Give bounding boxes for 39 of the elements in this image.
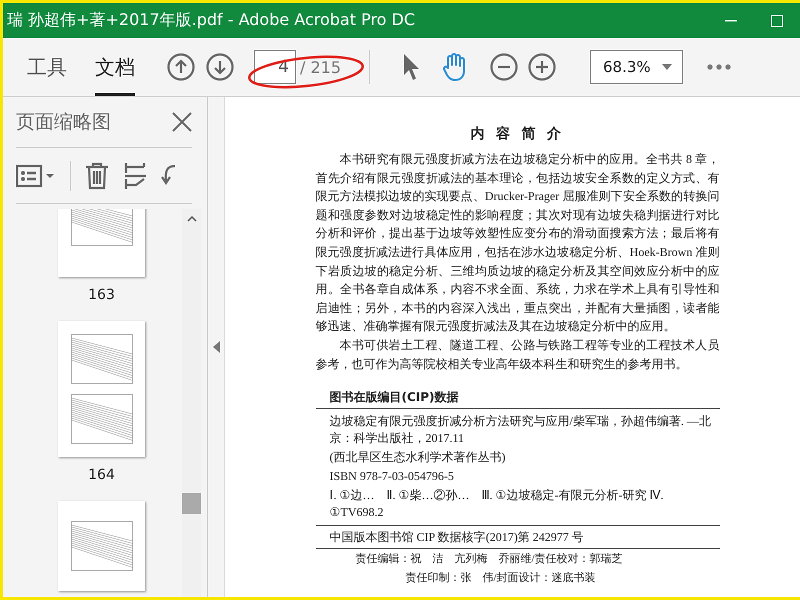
page-total: / 215: [300, 58, 342, 76]
panel-title: 页面缩略图: [16, 110, 111, 135]
zoom-dropdown[interactable]: 68.3%: [590, 50, 684, 84]
scrollbar-thumb[interactable]: [182, 493, 201, 514]
cip-entry: (西北旱区生态水利学术著作丛书): [328, 449, 506, 466]
cip-number: 中国版本图书馆 CIP 数据核字(2017)第 242977 号: [316, 526, 720, 550]
cip-heading: 图书在版编目(CIP)数据: [316, 389, 720, 410]
trash-icon[interactable]: [85, 162, 109, 190]
credits-line: 责任编辑：祝 洁 亢列梅 乔丽维/责任校对：郭瑞芝: [354, 552, 624, 568]
page-number: 163: [88, 287, 115, 303]
previous-page-icon[interactable]: [167, 53, 195, 81]
extract-pages-icon[interactable]: [123, 162, 147, 188]
window-title: 瑞 孙超伟+著+2017年版.pdf - Adobe Acrobat Pro DC: [7, 10, 416, 31]
page-thumbnail-drawing: [70, 209, 132, 246]
zoom-out-icon[interactable]: [490, 53, 518, 81]
credits-line: 责任印制：张 伟/封面设计：迷底书装: [404, 570, 597, 586]
next-page-icon[interactable]: [206, 53, 234, 81]
cip-entry: Ⅰ. ①边… Ⅱ. ①柴…②孙… Ⅲ. ①边坡稳定-有限元分析-研究 Ⅳ. ①TV698.2: [328, 487, 664, 522]
cip-entry: ISBN 978-7-03-054796-5: [328, 468, 455, 486]
more-icon[interactable]: [707, 64, 732, 70]
pointer-icon[interactable]: [402, 53, 420, 81]
tab[interactable]: 工具: [27, 38, 67, 96]
page-thumbnail[interactable]: [58, 501, 145, 591]
maximize-icon[interactable]: [771, 14, 783, 26]
scrollbar[interactable]: [182, 209, 201, 597]
options-icon[interactable]: [16, 164, 56, 188]
caret-icon: [662, 64, 672, 70]
page-number: 164: [88, 467, 115, 483]
page-thumbnail-drawing: [70, 521, 132, 571]
collapse-icon[interactable]: [212, 341, 220, 353]
minimize-icon[interactable]: [725, 20, 737, 22]
page-heading: 内 容 简 介: [469, 125, 566, 143]
cip-entry: 边坡稳定有限元强度折减分析方法研究与应用/柴军瑞，孙超伟编著. —北京：科学出版社，2017.11: [328, 413, 712, 448]
body-paragraph: 本书可供岩土工程、隧道工程、公路与铁路工程等专业的工程技术人员参考，也可作为高等院校相关专业高年级本科生和研究生的参考用书。: [316, 336, 720, 373]
zoom-in-icon[interactable]: [528, 53, 556, 81]
scroll-up-icon[interactable]: [186, 215, 196, 223]
close-icon[interactable]: [172, 112, 192, 132]
body-paragraph: 本书研究有限元强度折减方法在边坡稳定分析中的应用。全书共 8 章，首先介绍有限元强度折减法的基本理论，包括边坡安全系数的定义方式、有限元方法模拟边坡的实现要点、Drucker-Prager 屈服准则下安全系数的转换问题和强度参数对边坡稳定性的影响程度；其次对现有边坡失稳判据进行对比分析和评价，提出基于边坡等效塑性应变分布的滑动面搜索方法；最后将有限元强度折减法进行具体应用，包括在涉水边坡稳定分析、Hoek-Brown 准则下岩质边坡的稳定分析、三维均质边坡的稳定分析及其空间效应分析中的应用。全书各章自成体系，内容不求全面、系统，力求在学术上具有引导性和启迪性；另外，本书的内容深入浅出，重点突出，并配有大量插图，读者能够迅速、准确掌握有限元强度折减法及其在边坡稳定分析中的应用。: [316, 151, 720, 336]
page-thumbnail[interactable]: [58, 321, 145, 457]
